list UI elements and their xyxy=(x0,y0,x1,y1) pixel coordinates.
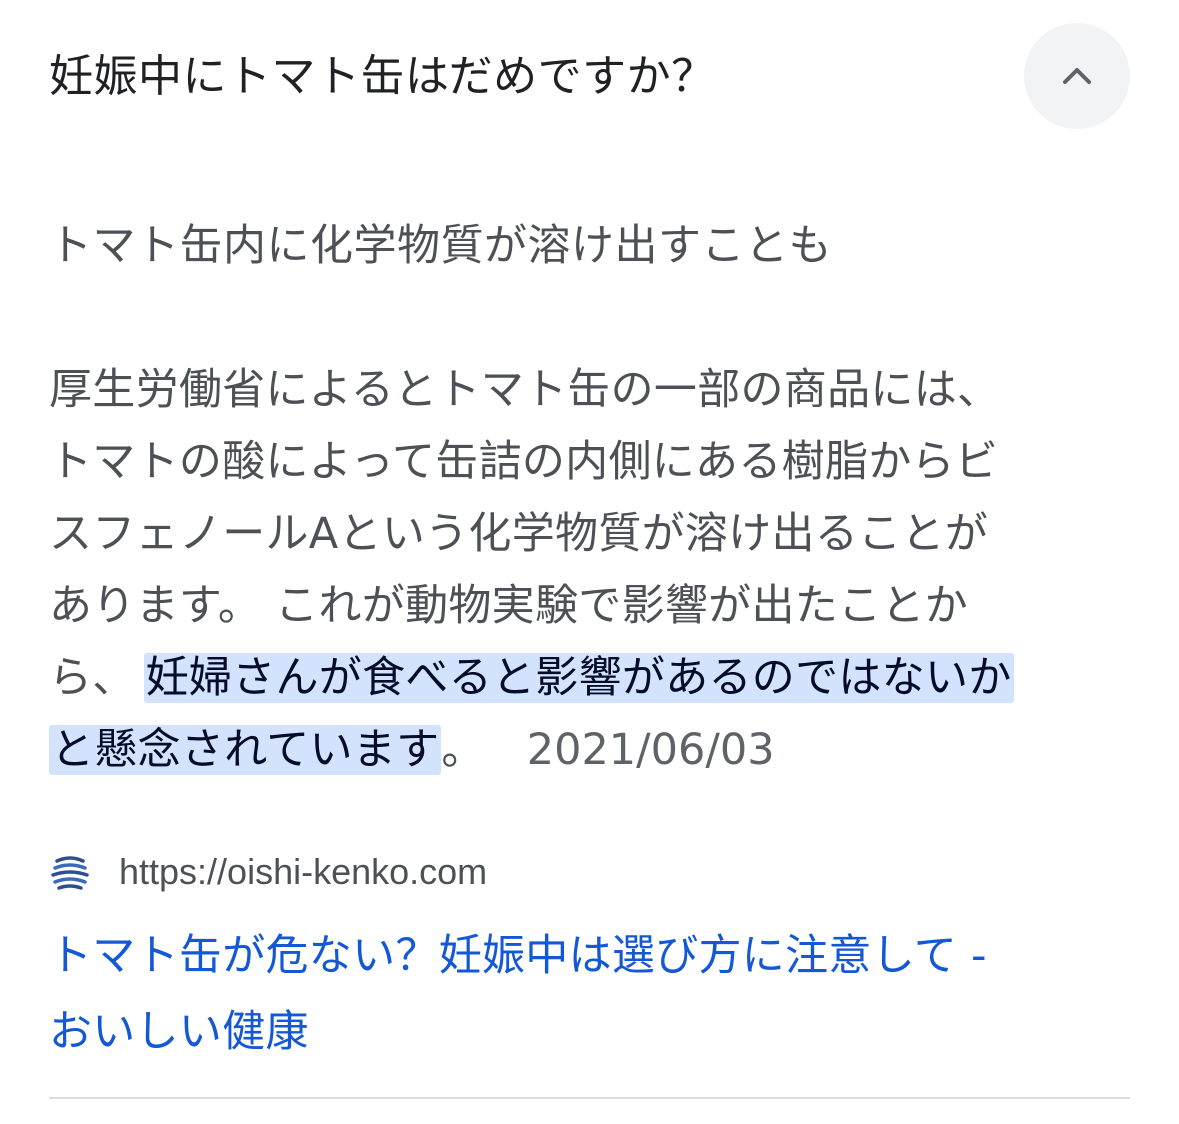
answer-line: と懸念されています。 2021/06/03 xyxy=(49,714,1129,786)
answer-line: 厚生労働省によるとトマト缶の一部の商品には、 xyxy=(49,365,1001,415)
highlighted-answer: 妊婦さんが食べると影響があるのではないか xyxy=(143,653,1014,703)
result-title-link[interactable]: トマト缶が危ない？妊娠中は選び方に注意して - おいしい健康 xyxy=(49,918,1129,1070)
source-site[interactable]: https://oishi-kenko.com xyxy=(49,842,487,902)
answer-body: トマト缶内に化学物質が溶け出すことも 厚生労働省によるとトマト缶の一部の商品には… xyxy=(49,210,1129,775)
result-title-line[interactable]: トマト缶が危ない？妊娠中は選び方に注意して - xyxy=(49,918,1129,994)
answer-line: スフェノールAという化学物質が溶け出ることが xyxy=(49,509,989,559)
answer-line: あります。 これが動物実験で影響が出たことか xyxy=(49,581,968,631)
answer-line: トマトの酸によって缶詰の内側にある樹脂からビ xyxy=(49,437,999,487)
collapse-button[interactable] xyxy=(1024,23,1130,129)
divider xyxy=(49,1097,1130,1099)
result-title-line[interactable]: おいしい健康 xyxy=(49,994,1129,1070)
answer-line-prefix: ら、 xyxy=(49,653,136,703)
highlighted-answer: と懸念されています xyxy=(49,725,442,775)
question-title: 妊娠中にトマト缶はだめですか？ xyxy=(49,51,716,102)
source-url[interactable]: https://oishi-kenko.com xyxy=(119,851,487,893)
chevron-up-icon xyxy=(1063,68,1091,84)
site-logo-icon xyxy=(51,856,89,890)
answer-heading: トマト缶内に化学物質が溶け出すことも xyxy=(49,221,832,271)
answer-line-suffix: 。 xyxy=(441,725,485,775)
answer-text: 厚生労働省によるとトマト缶の一部の商品には、 トマトの酸によって缶詰の内側にある… xyxy=(49,354,1129,786)
question-header[interactable]: 妊娠中にトマト缶はだめですか？ xyxy=(0,0,1179,160)
answer-line: ら、 妊婦さんが食べると影響があるのではないか xyxy=(49,642,1129,714)
answer-date: 2021/06/03 xyxy=(526,725,775,775)
